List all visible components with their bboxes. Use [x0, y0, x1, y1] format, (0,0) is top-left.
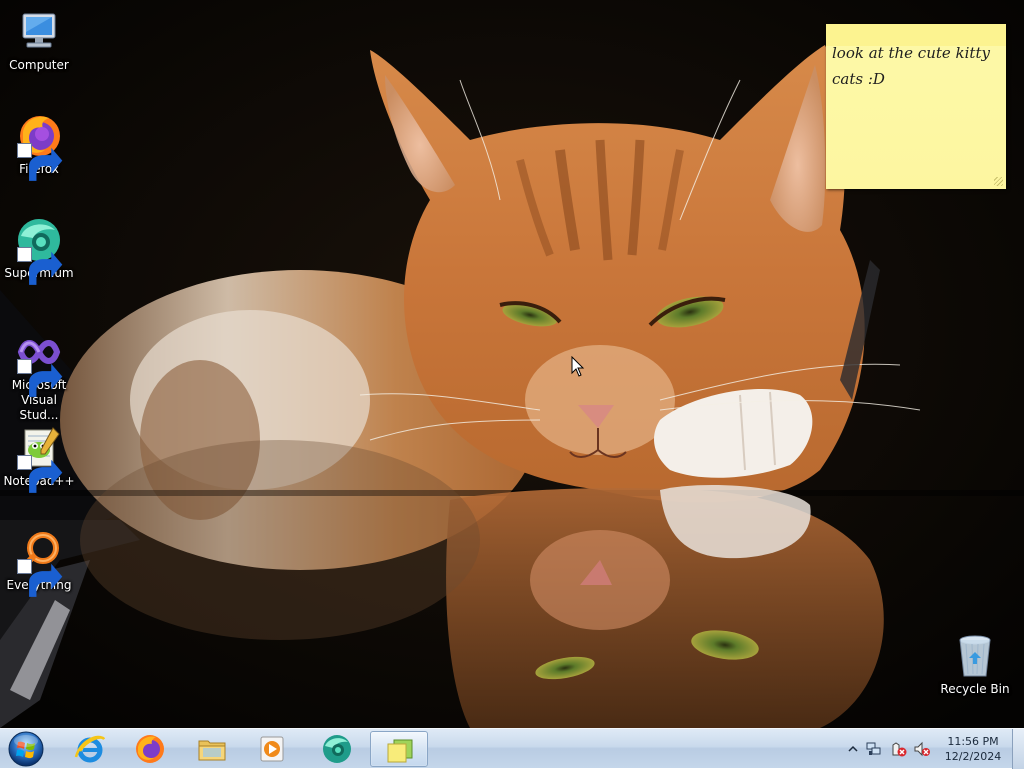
visual-studio-icon	[15, 328, 63, 397]
media-player-icon	[260, 736, 284, 762]
desktop-icon-everything[interactable]: Everything	[1, 528, 77, 597]
taskbar-media-player[interactable]	[243, 731, 301, 767]
recycle-bin-icon	[951, 632, 999, 680]
desktop-icon-firefox[interactable]: Firefox	[1, 112, 77, 181]
computer-icon	[15, 8, 63, 56]
taskbar[interactable]: 11:56 PM 12/2/2024	[0, 728, 1024, 769]
firefox-icon	[136, 735, 164, 763]
shortcut-arrow-icon	[17, 455, 63, 493]
network-icon[interactable]	[866, 741, 882, 757]
sticky-note[interactable]: look at the cute kitty cats :D	[826, 24, 1006, 189]
taskbar-supermium[interactable]	[308, 731, 366, 767]
shortcut-arrow-icon	[17, 359, 63, 397]
notepadpp-icon	[15, 424, 63, 493]
firefox-icon	[15, 112, 63, 181]
taskbar-firefox[interactable]	[121, 731, 179, 767]
shortcut-arrow-icon	[17, 143, 63, 181]
everything-icon	[15, 528, 63, 597]
shortcut-arrow-icon	[17, 247, 63, 285]
taskbar-file-explorer[interactable]	[183, 731, 241, 767]
supermium-icon	[323, 735, 351, 763]
resize-grip[interactable]	[994, 177, 1003, 186]
sticky-note-text[interactable]: look at the cute kitty cats :D	[826, 28, 1006, 92]
desktop[interactable]: Computer Firefox Supermium Microsoft Vis…	[0, 0, 1024, 728]
supermium-icon	[15, 216, 63, 285]
windows-start-icon	[8, 731, 44, 767]
desktop-icon-visual-studio[interactable]: Microsoft Visual Stud...	[1, 328, 77, 423]
shortcut-arrow-icon	[17, 559, 63, 597]
show-hidden-icons-chevron[interactable]	[845, 741, 861, 757]
sticky-notes-icon	[387, 739, 413, 763]
desktop-icon-supermium[interactable]: Supermium	[1, 216, 77, 285]
desktop-icon-computer[interactable]: Computer	[1, 8, 77, 73]
desktop-icon-recycle-bin[interactable]: Recycle Bin	[937, 632, 1013, 697]
taskbar-sticky-notes[interactable]	[370, 731, 428, 767]
clock-time: 11:56 PM	[947, 735, 999, 748]
desktop-icon-label: Computer	[9, 58, 69, 72]
volume-muted-icon[interactable]	[914, 741, 930, 757]
mouse-cursor-icon	[571, 356, 585, 377]
start-button[interactable]	[4, 730, 48, 768]
show-desktop-button[interactable]	[1012, 729, 1024, 769]
taskbar-internet-explorer[interactable]	[61, 731, 119, 767]
desktop-icon-label: Recycle Bin	[940, 682, 1010, 696]
action-center-icon[interactable]	[891, 741, 907, 757]
folder-icon	[198, 740, 226, 761]
clock-date: 12/2/2024	[944, 750, 1002, 763]
desktop-icon-notepadpp[interactable]: Notepad++	[1, 424, 77, 493]
internet-explorer-icon	[74, 735, 106, 763]
taskbar-clock[interactable]: 11:56 PM 12/2/2024	[932, 734, 1014, 764]
